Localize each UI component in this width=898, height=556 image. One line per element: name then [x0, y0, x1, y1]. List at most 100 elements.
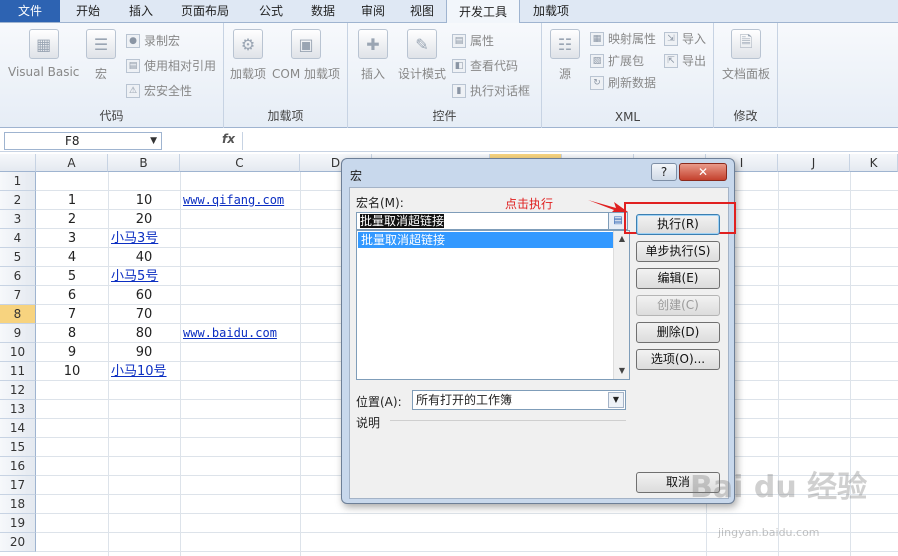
relative-ref-button[interactable]: ▤ 使用相对引用: [126, 57, 216, 74]
row-header[interactable]: 17: [0, 476, 36, 495]
macro-name-input[interactable]: 批量取消超链接: [356, 212, 614, 230]
cell-a8[interactable]: 7: [36, 305, 108, 324]
run-button[interactable]: 执行(R): [636, 214, 720, 235]
tab-page-layout[interactable]: 页面布局: [166, 0, 244, 22]
location-select[interactable]: 所有打开的工作簿 ▼: [412, 390, 626, 410]
record-macro-button[interactable]: ● 录制宏: [126, 32, 180, 49]
row-header[interactable]: 18: [0, 495, 36, 514]
cell-a6[interactable]: 5: [36, 267, 108, 286]
close-button[interactable]: ✕: [679, 163, 727, 181]
select-all-corner[interactable]: [0, 154, 36, 172]
tab-data[interactable]: 数据: [298, 0, 348, 22]
view-code-button[interactable]: ◧ 查看代码: [452, 57, 518, 74]
column-header[interactable]: B: [108, 154, 180, 172]
tab-review[interactable]: 审阅: [348, 0, 398, 22]
row-header[interactable]: 14: [0, 419, 36, 438]
cell-a4[interactable]: 3: [36, 229, 108, 248]
cell-a7[interactable]: 6: [36, 286, 108, 305]
visual-basic-icon: ▦: [28, 29, 59, 59]
cell-b4-link[interactable]: 小马3号: [111, 229, 158, 248]
document-panel-button[interactable]: 🗎 文档面板: [722, 29, 770, 82]
cell-a2[interactable]: 1: [36, 191, 108, 210]
row-header[interactable]: 3: [0, 210, 36, 229]
properties-button[interactable]: ▤ 属性: [452, 32, 494, 49]
run-dialog-button[interactable]: ▮ 执行对话框: [452, 82, 530, 99]
delete-button[interactable]: 删除(D): [636, 322, 720, 343]
cell-b2[interactable]: 10: [108, 191, 180, 210]
cell-a5[interactable]: 4: [36, 248, 108, 267]
export-button[interactable]: ⇱ 导出: [664, 52, 706, 69]
com-addins-button[interactable]: ▣ COM 加载项: [272, 29, 340, 82]
list-item[interactable]: 批量取消超链接: [358, 232, 613, 248]
row-header[interactable]: 9: [0, 324, 36, 343]
row-header[interactable]: 8: [0, 305, 36, 324]
tab-addins[interactable]: 加载项: [520, 0, 582, 22]
list-scrollbar[interactable]: ▲ ▼: [613, 231, 629, 379]
scroll-down-icon[interactable]: ▼: [614, 363, 630, 379]
row-header[interactable]: 13: [0, 400, 36, 419]
name-box[interactable]: F8 ▼: [4, 132, 162, 150]
help-button[interactable]: ?: [651, 163, 677, 181]
cell-a9[interactable]: 8: [36, 324, 108, 343]
cell-a3[interactable]: 2: [36, 210, 108, 229]
cell-b10[interactable]: 90: [108, 343, 180, 362]
edit-button[interactable]: 编辑(E): [636, 268, 720, 289]
column-header[interactable]: J: [778, 154, 850, 172]
cell-c9-link[interactable]: www.baidu.com: [183, 324, 277, 343]
row-header[interactable]: 5: [0, 248, 36, 267]
macros-button[interactable]: ☰ 宏: [86, 29, 116, 82]
tab-file[interactable]: 文件: [0, 0, 60, 22]
cell-c2-link[interactable]: www.qifang.com: [183, 191, 284, 210]
row-header[interactable]: 20: [0, 533, 36, 552]
row-header[interactable]: 7: [0, 286, 36, 305]
cell-b3[interactable]: 20: [108, 210, 180, 229]
cell-b8[interactable]: 70: [108, 305, 180, 324]
tab-home[interactable]: 开始: [60, 0, 116, 22]
options-button[interactable]: 选项(O)...: [636, 349, 720, 370]
tab-view[interactable]: 视图: [398, 0, 446, 22]
visual-basic-button[interactable]: ▦ Visual Basic: [8, 29, 79, 79]
row-header[interactable]: 11: [0, 362, 36, 381]
cell-b9[interactable]: 80: [108, 324, 180, 343]
row-header[interactable]: 15: [0, 438, 36, 457]
tab-insert[interactable]: 插入: [116, 0, 166, 22]
step-into-button[interactable]: 单步执行(S): [636, 241, 720, 262]
formula-input[interactable]: [242, 132, 898, 150]
cell-b5[interactable]: 40: [108, 248, 180, 267]
group-controls-label: 控件: [432, 109, 457, 123]
design-mode-button[interactable]: ✎ 设计模式: [398, 29, 446, 82]
refresh-data-button[interactable]: ↻ 刷新数据: [590, 74, 656, 91]
tab-developer[interactable]: 开发工具: [446, 0, 520, 23]
watermark-logo: Bai du 经验: [690, 470, 868, 505]
cell-a11[interactable]: 10: [36, 362, 108, 381]
tab-formulas[interactable]: 公式: [244, 0, 298, 22]
row-header[interactable]: 10: [0, 343, 36, 362]
row-header[interactable]: 1: [0, 172, 36, 191]
insert-control-button[interactable]: ✚ 插入: [358, 29, 388, 82]
macro-security-button[interactable]: ⚠ 宏安全性: [126, 82, 192, 99]
column-header[interactable]: A: [36, 154, 108, 172]
fx-icon[interactable]: fx: [222, 132, 235, 146]
cell-b7[interactable]: 60: [108, 286, 180, 305]
row-header[interactable]: 19: [0, 514, 36, 533]
expansion-packs-button[interactable]: ▧ 扩展包: [590, 52, 644, 69]
row-header[interactable]: 4: [0, 229, 36, 248]
import-icon: ⇲: [664, 31, 678, 46]
row-header[interactable]: 12: [0, 381, 36, 400]
cell-a10[interactable]: 9: [36, 343, 108, 362]
cell-b11-link[interactable]: 小马10号: [111, 362, 167, 381]
map-properties-button[interactable]: ▦ 映射属性: [590, 30, 656, 47]
row-header[interactable]: 6: [0, 267, 36, 286]
xml-source-button[interactable]: ☷ 源: [550, 29, 580, 82]
row-header[interactable]: 2: [0, 191, 36, 210]
cell-b6-link[interactable]: 小马5号: [111, 267, 158, 286]
relative-ref-icon: ▤: [126, 58, 140, 73]
macro-list[interactable]: 批量取消超链接 ▲ ▼: [356, 230, 630, 380]
expansion-packs-icon: ▧: [590, 53, 604, 68]
create-button[interactable]: 创建(C): [636, 295, 720, 316]
column-header[interactable]: K: [850, 154, 898, 172]
import-button[interactable]: ⇲ 导入: [664, 30, 706, 47]
addins-button[interactable]: ⚙ 加载项: [230, 29, 266, 82]
row-header[interactable]: 16: [0, 457, 36, 476]
column-header[interactable]: C: [180, 154, 300, 172]
